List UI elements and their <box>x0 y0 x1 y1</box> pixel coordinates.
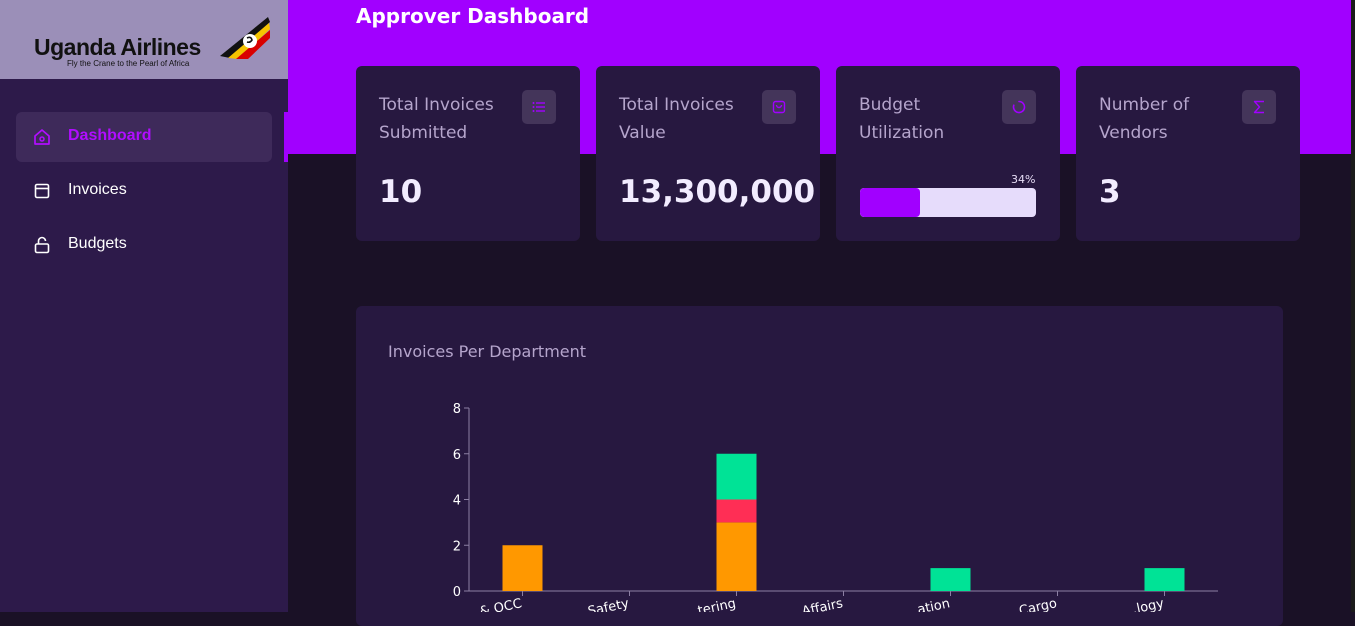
loader-icon <box>1012 100 1026 114</box>
card-number-of-vendors: Number of Vendors 3 <box>1076 66 1300 241</box>
bar-segment[interactable] <box>716 499 757 523</box>
bar-segment[interactable] <box>502 545 543 591</box>
card-icon-box <box>762 90 796 124</box>
card-title: Total Invoices Value <box>619 95 734 143</box>
card-budget-utilization: Budget Utilization 34% <box>836 66 1060 241</box>
y-tick-label: 2 <box>453 539 461 554</box>
y-tick-label: 4 <box>453 494 461 509</box>
x-tick-label: ...ation <box>904 596 951 612</box>
x-tick-label: Safety <box>587 596 631 612</box>
card-value: 10 <box>379 174 423 210</box>
calendar-icon <box>34 183 50 199</box>
y-tick-label: 6 <box>453 448 461 463</box>
list-icon <box>532 102 545 112</box>
bar-segment[interactable] <box>930 568 971 591</box>
chart-panel: Invoices Per Department 0 2 4 6 8 & OCC Safety… <box>356 306 1283 626</box>
page-title: Approver Dashboard <box>356 4 590 28</box>
sidebar-item-label: Budgets <box>68 235 127 252</box>
sidebar-item-label: Dashboard <box>68 127 152 144</box>
card-icon-box <box>1242 90 1276 124</box>
card-title: Budget Utilization <box>859 95 945 143</box>
bar-segment[interactable] <box>1144 568 1185 591</box>
sidebar: Uganda Airlines Fly the Crane to the Pea… <box>0 0 288 612</box>
x-tick-label: ...logy <box>1123 596 1165 612</box>
card-title: Number of Vendors <box>1099 95 1190 143</box>
brand-logo[interactable]: Uganda Airlines Fly the Crane to the Pea… <box>0 0 288 79</box>
sidebar-item-budgets[interactable]: Budgets <box>16 220 272 270</box>
bar-segment[interactable] <box>716 522 757 591</box>
home-icon <box>34 129 50 145</box>
card-title: Total Invoices Submitted <box>379 95 494 143</box>
card-total-invoices-value: Total Invoices Value 13,300,000 <box>596 66 820 241</box>
budget-progress-bar <box>860 188 1036 217</box>
bag-icon <box>772 100 786 114</box>
unlock-icon <box>34 236 50 254</box>
invoices-per-department-chart: 0 2 4 6 8 & OCC Safety ...tering Affairs ...ation… <box>453 402 1218 612</box>
y-tick-label: 0 <box>453 585 461 600</box>
progress-label: 34% <box>1011 173 1036 186</box>
brand-tagline: Fly the Crane to the Pearl of Africa <box>67 59 190 68</box>
y-tick-label: 8 <box>453 402 461 417</box>
page-scrollbar[interactable] <box>1351 0 1355 612</box>
card-icon-box <box>1002 90 1036 124</box>
card-value: 3 <box>1099 174 1121 210</box>
x-tick-label: Affairs <box>801 596 845 612</box>
x-tick-label: Cargo <box>1018 596 1059 612</box>
card-icon-box <box>522 90 556 124</box>
sidebar-item-invoices[interactable]: Invoices <box>16 166 272 216</box>
sidebar-item-dashboard[interactable]: Dashboard <box>16 112 272 162</box>
card-total-invoices-submitted: Total Invoices Submitted 10 <box>356 66 580 241</box>
sidebar-item-label: Invoices <box>68 181 127 198</box>
card-value: 13,300,000 <box>619 174 816 210</box>
sigma-icon <box>1253 100 1264 114</box>
progress-fill <box>860 188 920 217</box>
x-tick-label: & OCC <box>478 596 523 612</box>
brand-name: Uganda Airlines <box>34 34 201 60</box>
crane-tail-icon <box>220 17 270 59</box>
x-tick-label: ...tering <box>684 596 737 612</box>
bar-segment[interactable] <box>716 453 757 500</box>
